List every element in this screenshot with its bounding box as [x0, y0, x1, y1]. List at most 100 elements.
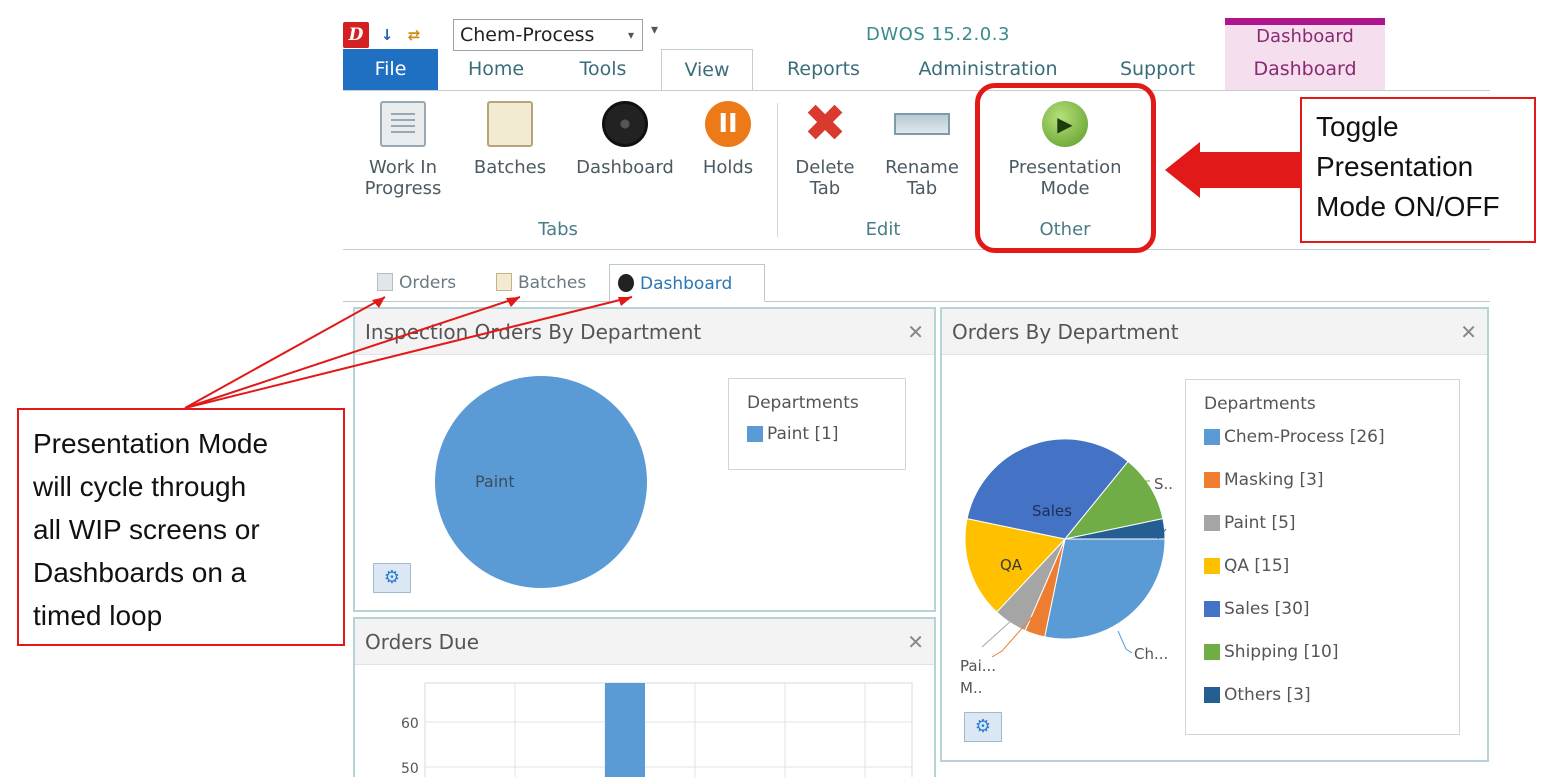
panel-title: Orders Due	[365, 630, 479, 654]
work-in-progress-label: Work In Progress	[364, 157, 442, 199]
group-separator	[777, 103, 778, 237]
pie-slice-paint	[435, 376, 647, 588]
delete-x-icon: ✖	[803, 94, 847, 154]
delete-tab-button[interactable]: ✖ Delete Tab	[787, 94, 863, 199]
legend-swatch	[1204, 601, 1220, 617]
process-select[interactable]: Chem-Process ▾	[453, 19, 643, 51]
app-title: DWOS 15.2.0.3	[866, 24, 1010, 45]
inspection-orders-panel: Inspection Orders By Department ✕ Paint …	[353, 307, 936, 612]
legend-label: Chem-Process [26]	[1224, 427, 1385, 447]
legend-swatch	[1204, 472, 1220, 488]
panel-title: Orders By Department	[952, 320, 1179, 344]
group-label-edit: Edit	[865, 219, 901, 240]
legend-label: QA [15]	[1224, 556, 1290, 576]
rename-tab-label: Rename Tab	[885, 157, 959, 199]
leader-line	[1117, 630, 1133, 654]
tab-dashboard[interactable]: Dashboard	[1225, 49, 1385, 90]
doc-tab-dashboard[interactable]: Dashboard	[609, 264, 765, 302]
holds-button[interactable]: II Holds	[695, 101, 761, 178]
doc-tab-orders[interactable]: Orders	[369, 264, 479, 302]
delete-tab-label: Delete Tab	[795, 157, 855, 199]
pie-label-shipping: S..	[1154, 475, 1173, 493]
pie-label-qa: QA	[1000, 556, 1023, 574]
callout-line: Presentation	[1316, 151, 1474, 182]
chart-settings-button[interactable]: ⚙	[964, 712, 1002, 742]
tab-home[interactable]: Home	[451, 49, 541, 90]
legend-item: QA [15]	[1186, 545, 1459, 588]
legend-title: Departments	[747, 393, 859, 413]
legend-swatch	[1204, 644, 1220, 660]
panel-title: Inspection Orders By Department	[365, 320, 702, 344]
callout-line: timed loop	[33, 600, 163, 631]
ribbon-tabs: File Home Tools View Reports Administrat…	[343, 49, 1490, 91]
callout-presentation-cycle: Presentation Mode will cycle through all…	[17, 408, 345, 646]
panel-header: Orders Due ✕	[355, 619, 934, 665]
dashboard-icon	[602, 101, 648, 147]
pie-label-paint: Pai...	[960, 657, 996, 675]
chevron-down-icon: ▾	[627, 28, 634, 42]
chart-settings-button[interactable]: ⚙	[373, 563, 411, 593]
dwos-logo-icon: D	[343, 22, 369, 48]
orders-by-department-panel: Orders By Department ✕ Sales QA S.. Ch..…	[940, 307, 1489, 762]
document-tabs: Orders Batches Dashboard	[343, 260, 1490, 302]
legend-title: Departments	[1204, 394, 1316, 414]
callout-line: all WIP screens or	[33, 514, 260, 545]
legend-item: Masking [3]	[1186, 459, 1459, 502]
close-icon[interactable]: ✕	[907, 619, 924, 665]
orders-due-bar-chart: 60 50	[401, 682, 913, 777]
tab-tools[interactable]: Tools	[558, 49, 648, 90]
tab-view[interactable]: View	[661, 49, 753, 91]
sort-icon[interactable]: ↓	[376, 22, 398, 48]
legend-item: Shipping [10]	[1186, 631, 1459, 674]
callout-toggle-presentation: Toggle Presentation Mode ON/OFF	[1300, 97, 1536, 243]
holds-pause-icon: II	[705, 101, 751, 147]
pie-slices	[964, 438, 1166, 640]
tab-reports[interactable]: Reports	[766, 49, 881, 90]
work-in-progress-button[interactable]: Work In Progress	[353, 101, 453, 199]
pie-label-chem-process: Ch...	[1134, 645, 1168, 663]
y-tick-label: 60	[401, 716, 419, 732]
orders-due-panel: Orders Due ✕ 60 50	[353, 617, 936, 777]
doc-tab-orders-label: Orders	[399, 273, 457, 293]
rename-tab-button[interactable]: Rename Tab	[876, 101, 968, 199]
callout-line: will cycle through	[33, 471, 247, 502]
legend-label: Paint [5]	[1224, 513, 1296, 533]
batches-label: Batches	[473, 157, 547, 178]
legend-item: Paint [1]	[729, 419, 905, 449]
legend-swatch	[1204, 687, 1220, 703]
legend-swatch	[1204, 558, 1220, 574]
batches-button[interactable]: Batches	[461, 101, 559, 178]
orders-by-dept-pie-chart: Sales QA S.. Ch... Pai...	[960, 438, 1173, 675]
legend-label: Sales [30]	[1224, 599, 1310, 619]
dashboard-button[interactable]: Dashboard	[565, 101, 685, 178]
callout-line: Presentation Mode	[33, 428, 269, 459]
close-icon[interactable]: ✕	[1460, 309, 1477, 355]
contextual-tab-bar	[1225, 18, 1385, 25]
doc-tab-dashboard-label: Dashboard	[640, 274, 733, 294]
close-icon[interactable]: ✕	[907, 309, 924, 355]
pie-label-sales: Sales	[1032, 502, 1072, 520]
legend-item: Sales [30]	[1186, 588, 1459, 631]
dashboard-small-icon	[618, 274, 634, 292]
legend-swatch	[1204, 429, 1220, 445]
batches-small-icon	[496, 273, 512, 291]
doc-tab-batches[interactable]: Batches	[488, 264, 600, 302]
swap-icon[interactable]: ⇄	[403, 22, 425, 48]
process-select-value: Chem-Process	[460, 24, 595, 46]
panel-header: Inspection Orders By Department ✕	[355, 309, 934, 355]
legend-item: Paint [5]	[1186, 502, 1459, 545]
bar	[605, 683, 645, 777]
customize-toolbar-icon[interactable]: ▾	[651, 22, 658, 38]
legend-label: Masking [3]	[1224, 470, 1324, 490]
legend-item: Chem-Process [26]	[1186, 416, 1459, 459]
holds-label: Holds	[702, 157, 754, 178]
tab-file[interactable]: File	[343, 49, 438, 90]
work-in-progress-icon	[380, 101, 426, 147]
callout-line: Mode ON/OFF	[1316, 191, 1500, 222]
callout-line: Dashboards on a	[33, 557, 247, 588]
legend: Departments Paint [1]	[728, 378, 906, 470]
legend-swatch	[1204, 515, 1220, 531]
legend: Departments Chem-Process [26] Masking [3…	[1185, 379, 1460, 735]
group-label-tabs: Tabs	[538, 219, 578, 240]
dashboard-label: Dashboard	[576, 157, 674, 178]
